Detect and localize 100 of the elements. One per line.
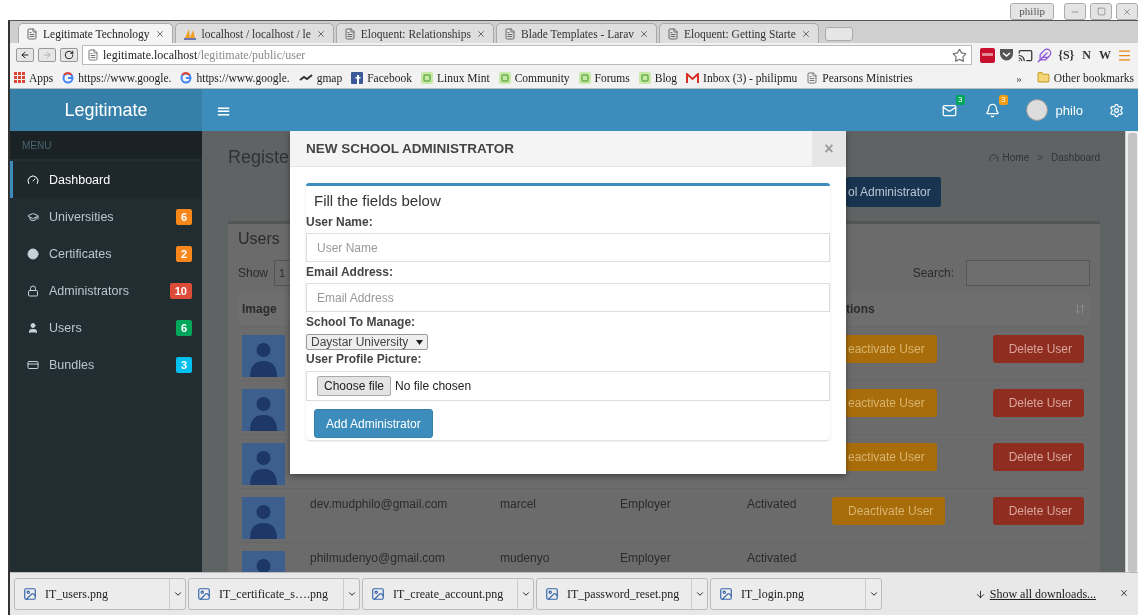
delete-user-button[interactable]: Delete User xyxy=(992,497,1084,525)
bookmark-link[interactable]: gmap xyxy=(298,71,343,84)
show-all-downloads-link[interactable]: Show all downloads... xyxy=(974,586,1097,602)
input-field[interactable]: User Name xyxy=(306,233,830,262)
bookmark-link[interactable]: Pearsons Ministries xyxy=(806,71,913,84)
google-logo-icon xyxy=(62,71,75,84)
download-link[interactable]: IT_certificate_s….png xyxy=(189,586,343,602)
add-administrator-button[interactable]: ol Administrator xyxy=(846,177,941,207)
reload-button[interactable] xyxy=(60,48,78,62)
menu-icon[interactable] xyxy=(1117,47,1132,63)
bookmark-link[interactable]: Facebook xyxy=(351,71,412,84)
settings-icon[interactable] xyxy=(1109,102,1124,118)
search-field[interactable] xyxy=(966,260,1090,286)
delete-user-button[interactable]: Delete User xyxy=(992,443,1084,471)
browser-tab[interactable]: Legitimate Technology xyxy=(18,23,173,43)
sidebar-item[interactable]: Dashboard xyxy=(10,161,202,198)
scrollbar[interactable] xyxy=(1125,131,1138,572)
menu-heading: MENU xyxy=(10,131,202,159)
envelope-icon[interactable] xyxy=(941,102,957,118)
sail-logo-icon xyxy=(182,27,197,40)
download-link[interactable]: IT_login.png xyxy=(711,586,865,602)
extension-button[interactable]: {S} xyxy=(1056,47,1077,63)
minimize-button[interactable] xyxy=(1064,3,1086,20)
delete-user-button[interactable]: Delete User xyxy=(992,335,1084,363)
apps-grid-icon xyxy=(14,72,25,83)
menu-toggle-button[interactable]: ≡ xyxy=(202,89,246,131)
gauge-icon xyxy=(27,173,39,186)
name-text: marcel xyxy=(500,497,536,511)
image-file-icon xyxy=(371,587,385,601)
pocket-icon[interactable] xyxy=(999,48,1015,62)
choose-file-button[interactable]: Choose file xyxy=(317,376,392,396)
count-badge: 3 xyxy=(999,95,1008,105)
graduation-cap-icon xyxy=(27,210,39,223)
sidebar-item[interactable]: Users 6 xyxy=(10,309,202,346)
breadcrumb-separator: > xyxy=(1037,152,1044,163)
feather-icon[interactable] xyxy=(1037,47,1053,63)
more-bookmarks-button[interactable]: » xyxy=(1016,71,1022,84)
delete-user-button[interactable]: Delete User xyxy=(992,389,1084,417)
bell-icon[interactable] xyxy=(984,102,1000,118)
close-icon[interactable] xyxy=(639,28,650,39)
sidebar-item[interactable]: Bundles 3 xyxy=(10,346,202,383)
user-menu[interactable]: philo xyxy=(1013,89,1095,131)
squiggle-icon xyxy=(298,73,313,82)
download-link[interactable]: IT_create_account.png xyxy=(363,586,517,602)
profile-name: philip xyxy=(1010,3,1054,20)
new-tab-button[interactable] xyxy=(824,27,853,41)
browser-tab[interactable]: Blade Templates - Larav xyxy=(496,23,658,43)
image-file-icon xyxy=(719,587,733,601)
sidebar-item[interactable]: Administrators 10 xyxy=(10,272,202,309)
bookmark-link[interactable]: Apps xyxy=(14,71,54,84)
search-label: Search: xyxy=(912,266,954,280)
add-administrator-button[interactable]: Add Administrator xyxy=(314,409,433,438)
bookmark-link[interactable]: Blog xyxy=(638,71,678,84)
star-icon[interactable] xyxy=(952,47,968,63)
browser-tab[interactable]: Eloquent: Getting Starte xyxy=(659,23,819,43)
image-file-icon xyxy=(23,587,37,601)
circle-icon xyxy=(27,247,39,260)
bookmark-link[interactable]: https://www.google. xyxy=(62,71,172,84)
show-label: Show xyxy=(238,266,269,280)
bookmark-link[interactable]: Forums xyxy=(578,71,630,84)
address-bar[interactable]: legitimate.localhost/legitimate/public/user xyxy=(82,45,973,65)
close-icon xyxy=(1122,6,1132,17)
extension-button[interactable]: N xyxy=(1080,47,1093,63)
close-icon[interactable] xyxy=(154,28,165,39)
google-logo-icon xyxy=(180,71,193,84)
maximize-button[interactable] xyxy=(1090,3,1112,20)
bookmark-link[interactable]: Community xyxy=(498,71,570,84)
cast-icon[interactable] xyxy=(1018,47,1034,63)
facebook-logo-icon xyxy=(351,71,364,84)
role-text: Employer xyxy=(620,497,671,511)
input-field[interactable]: Email Address xyxy=(306,283,830,312)
browser-tab[interactable]: localhost / localhost / le xyxy=(174,23,334,43)
bookmark-link[interactable]: Inbox (3) - philipmu xyxy=(686,71,798,84)
avatar xyxy=(1025,99,1048,121)
school-select[interactable]: Daystar University xyxy=(306,334,428,350)
modal-title: NEW SCHOOL ADMINISTRATOR xyxy=(305,141,515,156)
sidebar-item[interactable]: Certificates 2 xyxy=(10,235,202,272)
bookmark-link[interactable]: Linux Mint xyxy=(420,71,490,84)
extension-icon[interactable] xyxy=(980,47,996,63)
bookmark-link[interactable]: https://www.google. xyxy=(180,71,290,84)
extension-button[interactable]: W xyxy=(1097,47,1113,63)
download-link[interactable]: IT_password_reset.png xyxy=(537,586,691,602)
brand-logo: Legitimate xyxy=(10,89,202,131)
caret-icon xyxy=(694,589,705,599)
sidebar-item[interactable]: Universities 6 xyxy=(10,198,202,235)
close-icon[interactable] xyxy=(800,28,811,39)
browser-tab[interactable]: Eloquent: Relationships xyxy=(335,23,495,43)
lock-icon xyxy=(27,284,39,297)
back-button[interactable] xyxy=(16,48,34,62)
close-icon[interactable] xyxy=(476,28,487,39)
folder-icon xyxy=(1036,71,1050,84)
user-silhouette-icon xyxy=(242,389,285,431)
close-icon[interactable] xyxy=(315,28,326,39)
caret-icon xyxy=(416,339,423,345)
status-text: Activated xyxy=(747,497,797,511)
close-button[interactable] xyxy=(1116,3,1138,20)
close-button[interactable]: × xyxy=(1114,586,1134,602)
bookmark-folder[interactable]: Other bookmarks xyxy=(1036,71,1134,84)
image-file-icon xyxy=(197,587,211,601)
download-link[interactable]: IT_users.png xyxy=(15,586,169,602)
